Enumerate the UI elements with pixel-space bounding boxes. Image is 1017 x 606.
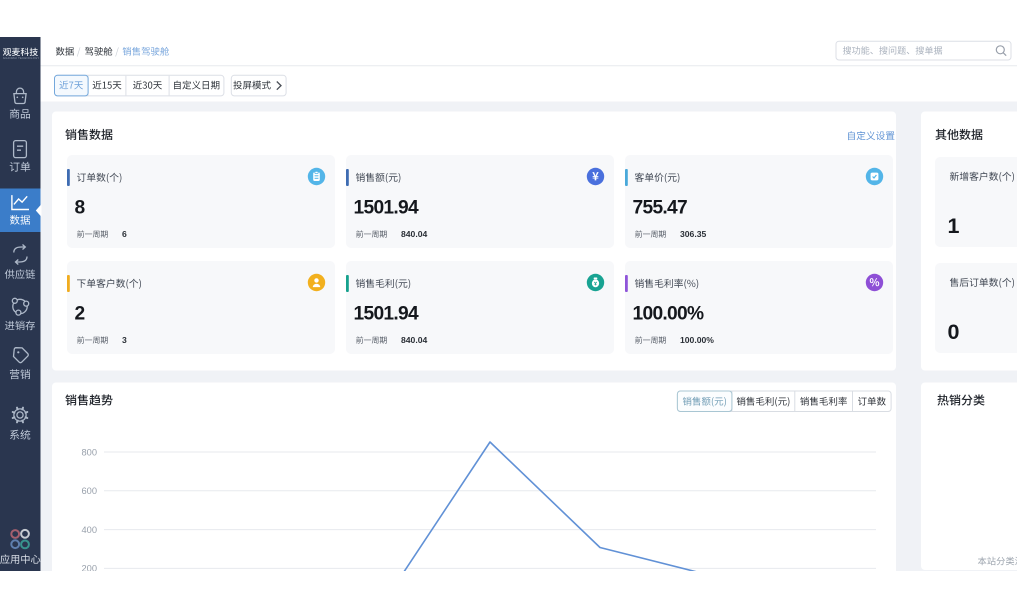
svg-text:800: 800 — [81, 447, 97, 457]
svg-text:8: 8 — [75, 198, 86, 219]
svg-text:1501.94: 1501.94 — [354, 304, 419, 325]
svg-text:1501.94: 1501.94 — [354, 198, 419, 219]
svg-text:840.04: 840.04 — [401, 229, 428, 239]
svg-text:600: 600 — [81, 486, 97, 496]
svg-text:100.00%: 100.00% — [680, 335, 714, 345]
svg-text:2: 2 — [75, 304, 85, 325]
svg-text:200: 200 — [81, 564, 97, 574]
svg-text:100.00%: 100.00% — [633, 304, 704, 325]
svg-text:0: 0 — [948, 320, 960, 344]
svg-text:306.35: 306.35 — [680, 229, 707, 239]
svg-text:840.04: 840.04 — [401, 335, 428, 345]
svg-text:GUANMAI TECHNOLOGY: GUANMAI TECHNOLOGY — [3, 56, 40, 60]
svg-text:400: 400 — [81, 525, 97, 535]
svg-text:755.47: 755.47 — [633, 198, 688, 219]
svg-text:3: 3 — [122, 335, 127, 345]
svg-text:1: 1 — [948, 214, 960, 238]
svg-text:6: 6 — [122, 229, 127, 239]
